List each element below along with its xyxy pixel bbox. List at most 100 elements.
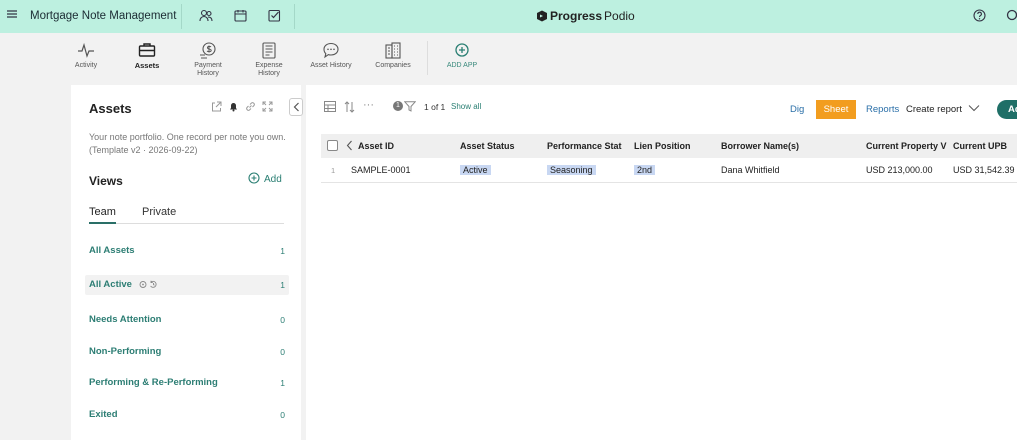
chevron-down-icon[interactable] (968, 103, 980, 115)
main-panel: ··· 1 1 of 1 Show all Dig Sheet Reports … (306, 85, 1017, 440)
table-row[interactable]: 1 SAMPLE-0001 Active Seasoning 2nd Dana … (321, 158, 1017, 183)
speech-bubble-icon (305, 42, 357, 59)
cell-performance-status[interactable]: Seasoning (547, 165, 596, 175)
app-label: ADD APP (446, 62, 478, 69)
view-count: 1 (280, 246, 285, 256)
view-needs-attention[interactable]: Needs Attention 0 (85, 310, 289, 330)
views-sidebar: Assets Your note portfolio. One record p… (71, 85, 301, 440)
sidebar-title: Assets (89, 101, 132, 116)
app-label: Payment History (194, 62, 222, 77)
briefcase-icon (133, 42, 161, 59)
view-label: Non-Performing (89, 346, 162, 357)
view-performing[interactable]: Performing & Re-Performing 1 (85, 373, 289, 393)
brand-logo[interactable]: Progress Podio (536, 9, 635, 23)
collapse-sidebar-button[interactable] (289, 98, 303, 116)
app-label: Companies (375, 62, 411, 69)
share-icon[interactable] (211, 101, 222, 115)
plus-circle-icon (248, 172, 260, 187)
dollar-circle-icon (189, 42, 227, 59)
sort-icon[interactable] (344, 101, 355, 116)
app-label: Activity (74, 62, 98, 69)
filter-icon[interactable] (403, 101, 417, 115)
column-header[interactable]: Current Property V (866, 141, 947, 151)
view-count: 0 (280, 347, 285, 357)
search-icon[interactable] (1006, 9, 1017, 25)
app-bar: Activity Assets Payment History Expense … (0, 33, 1017, 85)
column-header[interactable]: Borrower Name(s) (721, 141, 861, 151)
column-header[interactable]: Performance Stat (547, 141, 629, 151)
expand-icon[interactable] (262, 101, 273, 115)
chevron-left-icon[interactable] (346, 140, 353, 154)
cell-asset-status[interactable]: Active (460, 165, 491, 175)
more-icon[interactable]: ··· (363, 99, 374, 111)
layout-table-icon[interactable] (324, 101, 336, 115)
pagination-info: 1 of 1 (424, 102, 446, 112)
plus-circle-icon (443, 42, 481, 59)
link-icon[interactable] (245, 101, 256, 115)
filter-count-badge: 1 (393, 101, 403, 111)
calendar-icon[interactable] (234, 9, 247, 25)
create-report-dropdown[interactable]: Create report (906, 104, 962, 115)
app-assets[interactable]: Assets (133, 42, 161, 70)
app-payment-history[interactable]: Payment History (189, 42, 227, 78)
view-label: Exited (89, 409, 118, 420)
view-label: Performing & Re-Performing (89, 377, 218, 388)
column-header[interactable]: Lien Position (634, 141, 716, 151)
select-all-checkbox[interactable] (327, 140, 338, 151)
view-all-active[interactable]: All Active 1 (85, 275, 289, 295)
view-status-icons (139, 280, 159, 291)
add-view-button[interactable]: Add (248, 172, 282, 187)
top-bar: Mortgage Note Management Progress Podio (0, 0, 1017, 33)
buildings-icon (371, 42, 415, 59)
tasks-icon[interactable] (268, 9, 281, 25)
view-count: 1 (280, 280, 285, 290)
column-header[interactable]: Current UPB (953, 141, 1017, 151)
view-label: Needs Attention (89, 314, 162, 325)
app-companies[interactable]: Companies (371, 42, 415, 70)
divider (181, 4, 182, 29)
cell-lien-position[interactable]: 2nd (634, 165, 656, 175)
view-all-assets[interactable]: All Assets 1 (85, 241, 289, 261)
app-label: Expense History (255, 62, 283, 77)
progress-logo-icon (537, 10, 547, 22)
dig-button[interactable]: Dig (790, 104, 804, 115)
help-icon[interactable] (973, 9, 986, 25)
activity-icon (72, 42, 100, 59)
view-non-performing[interactable]: Non-Performing 0 (85, 342, 289, 362)
hamburger-menu-icon[interactable] (6, 8, 18, 23)
app-label: Asset History (310, 62, 352, 69)
divider (427, 41, 428, 75)
view-count: 0 (280, 410, 285, 420)
reports-link[interactable]: Reports (866, 104, 899, 115)
workspace-title[interactable]: Mortgage Note Management (30, 10, 176, 22)
tab-private[interactable]: Private (142, 206, 176, 222)
cell-asset-id[interactable]: SAMPLE-0001 (351, 165, 411, 175)
app-activity[interactable]: Activity (72, 42, 100, 70)
app-label: Assets (134, 61, 160, 70)
cell-current-upb[interactable]: USD 31,542.39 (953, 165, 1017, 175)
show-all-link[interactable]: Show all (451, 102, 481, 111)
app-asset-history[interactable]: Asset History (305, 42, 357, 70)
view-label: All Active (89, 279, 132, 290)
table-header: Asset ID Asset Status Performance Stat L… (321, 134, 1017, 158)
divider (294, 4, 295, 29)
view-label: All Assets (89, 245, 135, 256)
add-app-button[interactable]: ADD APP (443, 42, 481, 70)
bell-icon[interactable] (228, 101, 239, 115)
view-count: 1 (280, 378, 285, 388)
sheet-button[interactable]: Sheet (816, 100, 856, 119)
view-exited[interactable]: Exited 0 (85, 405, 289, 425)
app-expense-history[interactable]: Expense History (250, 42, 288, 78)
view-count: 0 (280, 315, 285, 325)
column-header[interactable]: Asset ID (358, 141, 453, 151)
tab-team[interactable]: Team (89, 206, 116, 224)
chevron-left-icon (293, 102, 299, 112)
sidebar-description: Your note portfolio. One record per note… (89, 132, 286, 155)
cell-current-property-value[interactable]: USD 213,000.00 (866, 165, 948, 175)
members-icon[interactable] (199, 9, 213, 25)
views-tabs: Team Private (89, 206, 284, 224)
add-item-button[interactable]: Ad (997, 100, 1017, 119)
cell-borrower-name[interactable]: Dana Whitfield (721, 165, 780, 175)
views-heading: Views (89, 174, 123, 188)
column-header[interactable]: Asset Status (460, 141, 542, 151)
